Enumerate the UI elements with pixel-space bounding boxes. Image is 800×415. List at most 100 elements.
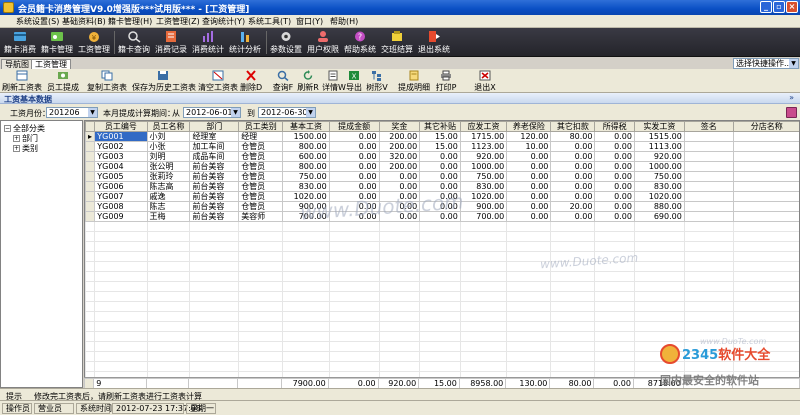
column-header[interactable]: 部门 <box>189 121 240 132</box>
table-cell[interactable]: 1715.00 <box>459 131 508 142</box>
table-cell[interactable] <box>683 191 734 202</box>
table-cell[interactable]: YG006 <box>94 181 148 192</box>
table-cell[interactable] <box>732 201 799 212</box>
table-row[interactable]: ▸ YG001 小刘 经理室 经理 1500.00 0.00 200.00 15.00 1715.… <box>85 131 799 142</box>
clear-salary-table-button[interactable]: 清空工资表 <box>198 70 238 92</box>
table-cell[interactable]: 0.00 <box>419 161 461 172</box>
table-cell[interactable]: 0.00 <box>378 181 421 192</box>
menu-help[interactable]: 帮助(H) <box>330 16 358 27</box>
book-icon[interactable] <box>786 107 797 118</box>
table-cell[interactable]: 0.00 <box>328 141 380 152</box>
collapse-icon[interactable]: − <box>4 125 11 132</box>
table-cell[interactable]: 刘明 <box>146 151 191 162</box>
refresh-button[interactable]: 刷新R <box>297 70 319 92</box>
table-cell[interactable]: YG007 <box>94 191 148 202</box>
table-cell[interactable]: 成品车间 <box>189 151 240 162</box>
table-cell[interactable]: 王梅 <box>146 211 191 222</box>
table-cell[interactable]: 仓管员 <box>238 141 284 152</box>
table-cell[interactable] <box>683 211 734 222</box>
tree-view-button[interactable]: 树形V <box>366 70 388 92</box>
table-cell[interactable]: 830.00 <box>282 181 330 192</box>
consume-record-button[interactable]: 消费记录 <box>151 30 191 56</box>
table-cell[interactable] <box>683 131 734 142</box>
param-settings-button[interactable]: 参数设置 <box>266 30 306 56</box>
table-cell[interactable]: 张公明 <box>146 161 191 172</box>
table-cell[interactable] <box>732 131 799 142</box>
table-cell[interactable] <box>683 181 734 192</box>
exit-button[interactable]: 退出X <box>474 70 496 92</box>
table-cell[interactable]: 200.00 <box>378 131 421 142</box>
table-cell[interactable]: 900.00 <box>459 201 508 212</box>
table-cell[interactable]: 20.00 <box>550 201 596 212</box>
table-cell[interactable]: 1123.00 <box>459 141 508 152</box>
table-cell[interactable]: 15.00 <box>419 141 461 152</box>
table-cell[interactable]: 仓管员 <box>238 171 284 182</box>
table-cell[interactable]: 320.00 <box>378 151 421 162</box>
table-cell[interactable]: 戚逸 <box>146 191 191 202</box>
table-cell[interactable]: 920.00 <box>459 151 508 162</box>
table-cell[interactable] <box>683 141 734 152</box>
collapse-arrow-icon[interactable]: » <box>789 93 794 102</box>
table-cell[interactable]: 750.00 <box>459 171 508 182</box>
table-cell[interactable]: 830.00 <box>633 181 685 192</box>
table-cell[interactable]: 0.00 <box>550 191 596 202</box>
row-indicator[interactable]: ▸ <box>85 131 96 142</box>
card-manage-button[interactable]: 籍卡管理 <box>37 30 77 56</box>
table-cell[interactable]: 加工车间 <box>189 141 240 152</box>
table-cell[interactable]: 0.00 <box>594 191 635 202</box>
table-cell[interactable]: 0.00 <box>328 181 380 192</box>
table-cell[interactable]: 750.00 <box>282 171 330 182</box>
table-cell[interactable]: 仓管员 <box>238 161 284 172</box>
quick-action-select[interactable]: 选择快捷操作... ▼ <box>733 58 799 69</box>
column-header[interactable]: 分店名称 <box>732 121 799 132</box>
expand-icon[interactable]: + <box>13 135 20 142</box>
table-cell[interactable] <box>732 191 799 202</box>
table-cell[interactable]: 前台美容 <box>189 161 240 172</box>
table-cell[interactable]: 80.00 <box>550 131 596 142</box>
period-end-date[interactable]: 2012-06-30 ▼ <box>258 107 316 118</box>
table-cell[interactable]: 张莉玲 <box>146 171 191 182</box>
table-cell[interactable]: 600.00 <box>282 151 330 162</box>
column-header[interactable]: 员工名称 <box>146 121 191 132</box>
table-cell[interactable]: 0.00 <box>419 151 461 162</box>
consume-stats-button[interactable]: 消费统计 <box>188 30 228 56</box>
table-cell[interactable]: 0.00 <box>328 171 380 182</box>
column-header[interactable]: 奖金 <box>378 121 421 132</box>
row-indicator[interactable] <box>85 161 96 172</box>
table-cell[interactable]: 0.00 <box>328 151 380 162</box>
table-cell[interactable] <box>732 141 799 152</box>
commission-detail-button[interactable]: 提成明细 <box>398 70 430 92</box>
table-cell[interactable]: YG009 <box>94 211 148 222</box>
table-cell[interactable] <box>732 161 799 172</box>
column-header[interactable]: 提成金额 <box>328 121 380 132</box>
menu-system-tools[interactable]: 系统工具(T) <box>248 16 291 27</box>
column-header[interactable]: 其它补贴 <box>419 121 461 132</box>
table-cell[interactable] <box>732 171 799 182</box>
table-cell[interactable]: 前台美容 <box>189 171 240 182</box>
table-cell[interactable]: 0.00 <box>594 161 635 172</box>
close-button[interactable]: × <box>786 1 798 13</box>
table-cell[interactable]: YG003 <box>94 151 148 162</box>
table-cell[interactable]: 0.00 <box>594 131 635 142</box>
table-cell[interactable]: 0.00 <box>328 131 380 142</box>
query-button[interactable]: 查询F <box>272 70 294 92</box>
export-button[interactable]: X 导出 <box>345 70 363 92</box>
table-cell[interactable]: 0.00 <box>506 191 552 202</box>
table-cell[interactable]: 0.00 <box>550 161 596 172</box>
print-button[interactable]: 打印P <box>432 70 460 92</box>
table-cell[interactable] <box>683 151 734 162</box>
refresh-salary-table-button[interactable]: 刷新工资表 <box>2 70 42 92</box>
menu-salary-manage[interactable]: 工资管理(Z) <box>156 16 200 27</box>
table-cell[interactable]: 0.00 <box>419 171 461 182</box>
menu-system-settings[interactable]: 系统设置(S) <box>16 16 59 27</box>
table-cell[interactable]: YG008 <box>94 201 148 212</box>
table-cell[interactable]: 690.00 <box>633 211 685 222</box>
table-cell[interactable]: 前台美容 <box>189 211 240 222</box>
table-cell[interactable]: 1000.00 <box>633 161 685 172</box>
table-cell[interactable]: 前台美容 <box>189 191 240 202</box>
shift-settle-button[interactable]: 交班结算 <box>377 30 417 56</box>
table-cell[interactable]: 1515.00 <box>633 131 685 142</box>
table-cell[interactable]: 前台美容 <box>189 201 240 212</box>
table-cell[interactable]: 120.00 <box>506 131 552 142</box>
restore-button[interactable]: ▫ <box>773 1 785 13</box>
